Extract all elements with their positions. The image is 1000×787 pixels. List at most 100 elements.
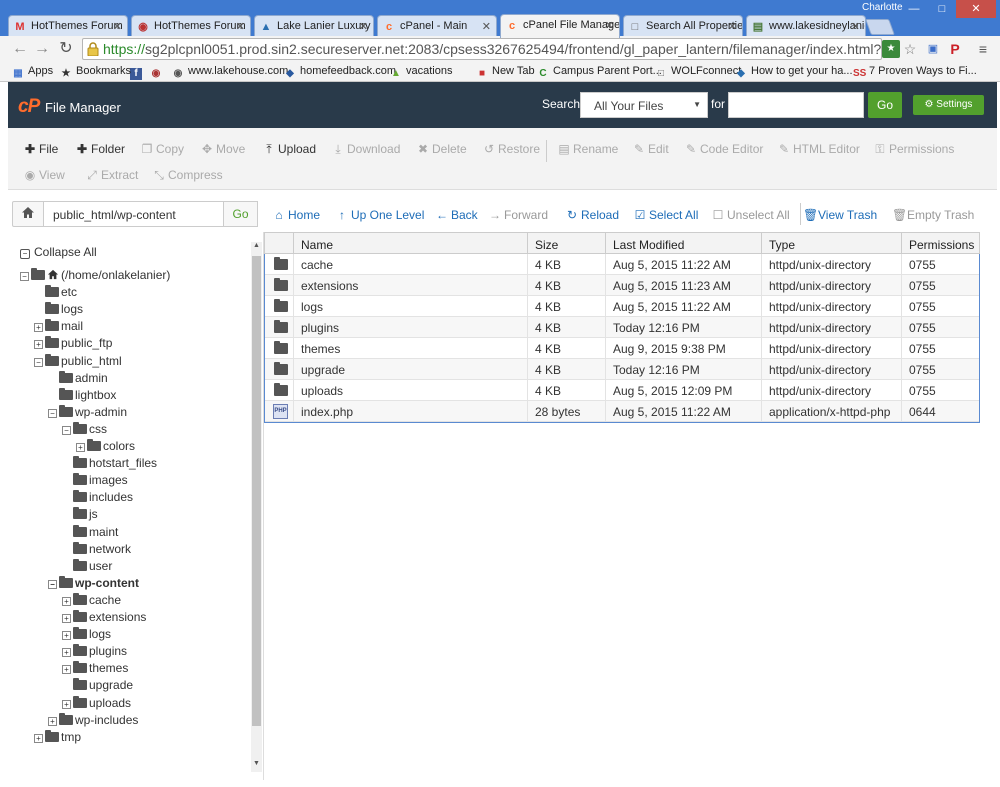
expand-toggle-icon[interactable]: + <box>62 631 71 641</box>
table-row[interactable]: uploads 4 KB Aug 5, 2015 12:09 PM httpd/uni… <box>265 380 979 401</box>
code-editor-button[interactable]: ✎ Code Editor <box>685 142 763 156</box>
tree-node[interactable]: admin <box>48 370 108 388</box>
bookmark-icon[interactable]: ◉ <box>150 65 166 80</box>
collapse-toggle-icon[interactable]: − <box>48 408 57 418</box>
restore-button[interactable]: ↺ Restore <box>483 142 540 156</box>
close-window-icon[interactable]: ✕ <box>956 0 996 18</box>
view-trash-button[interactable]: 🗑View Trash <box>803 208 877 222</box>
column-divider[interactable] <box>527 233 528 254</box>
column-divider[interactable] <box>293 233 294 254</box>
forward-arrow-icon[interactable]: → <box>32 39 52 59</box>
expand-toggle-icon[interactable]: + <box>48 716 57 726</box>
column-header-last-modified[interactable]: Last Modified <box>613 238 684 252</box>
close-icon[interactable]: ✕ <box>359 20 368 33</box>
file-button[interactable]: ✚ File <box>24 142 58 156</box>
close-icon[interactable]: ✕ <box>236 20 245 33</box>
collapse-toggle-icon[interactable]: − <box>48 579 57 589</box>
column-divider[interactable] <box>761 233 762 254</box>
home-button[interactable]: ⌂ Home <box>273 208 320 222</box>
minimize-icon[interactable]: — <box>900 0 928 18</box>
delete-button[interactable]: ✖ Delete <box>417 142 467 156</box>
html-editor-button[interactable]: ✎ HTML Editor <box>778 142 860 156</box>
tree-node[interactable]: + wp-includes <box>48 712 138 730</box>
settings-button[interactable]: ⚙ Settings <box>913 95 984 115</box>
menu-icon[interactable]: ≡ <box>974 40 992 58</box>
close-icon[interactable]: ✕ <box>482 20 491 33</box>
table-row[interactable]: extensions 4 KB Aug 5, 2015 11:23 AM httpd/… <box>265 275 979 296</box>
browser-tab[interactable]: ▤ www.lakesidneylanie ✕ <box>746 15 866 37</box>
edit-button[interactable]: ✎ Edit <box>633 142 669 156</box>
table-row[interactable]: PHP index.php 28 bytes Aug 5, 2015 11:22 AM… <box>265 401 979 422</box>
collapse-all-button[interactable]: − Collapse All <box>20 245 97 259</box>
permissions-button[interactable]: ⚿ Permissions <box>874 142 954 157</box>
folder-button[interactable]: ✚ Folder <box>76 142 125 156</box>
expand-toggle-icon[interactable]: + <box>62 596 71 606</box>
collapse-toggle-icon[interactable]: − <box>62 425 71 435</box>
extension-icon[interactable]: ▣ <box>924 40 942 58</box>
copy-button[interactable]: ❐ Copy <box>141 142 184 156</box>
search-input[interactable] <box>728 92 864 118</box>
browser-tab[interactable]: c cPanel File Manage ✕ <box>500 14 620 38</box>
bookmark-item[interactable]: C Campus Parent Port... <box>537 65 661 80</box>
maximize-icon[interactable]: □ <box>928 0 956 18</box>
home-dir-button[interactable] <box>12 201 44 227</box>
tree-node[interactable]: + themes <box>62 661 128 678</box>
tree-scrollbar[interactable]: ▲ ▼ <box>251 242 262 772</box>
bookmark-item[interactable]: ▦ Apps <box>12 65 53 80</box>
search-scope-select[interactable]: All Your Files ▼ <box>580 92 708 118</box>
browser-tab[interactable]: ◉ HotThemes Forum ✕ <box>131 15 251 37</box>
url-field[interactable]: https://sg2plcpnl0051.prod.sin2.securese… <box>82 38 882 60</box>
tree-node[interactable]: includes <box>62 490 133 507</box>
browser-tab[interactable]: M HotThemes Forum ✕ <box>8 15 128 37</box>
bookmark-star-icon[interactable]: ☆ <box>901 40 919 58</box>
tree-node[interactable]: − public_html <box>34 353 122 371</box>
browser-tab[interactable]: c cPanel - Main ✕ <box>377 15 497 37</box>
tree-node[interactable]: upgrade <box>62 678 133 695</box>
rename-button[interactable]: ▤ Rename <box>558 142 618 156</box>
download-button[interactable]: ⤓ Download <box>332 142 400 157</box>
expand-toggle-icon[interactable]: + <box>34 323 43 333</box>
view-button[interactable]: ◉ View <box>24 168 65 182</box>
tree-node[interactable]: + public_ftp <box>34 336 112 353</box>
bookmark-item[interactable]: SS 7 Proven Ways to Fi... <box>853 65 977 80</box>
table-row[interactable]: cache 4 KB Aug 5, 2015 11:22 AM httpd/unix-… <box>265 254 979 275</box>
reload-button[interactable]: ↻ Reload <box>566 208 619 222</box>
tree-node[interactable]: hotstart_files <box>62 456 157 473</box>
bookmark-item[interactable]: ◆ How to get your ha... <box>735 65 852 80</box>
tree-node[interactable]: + uploads <box>62 695 131 713</box>
search-go-button[interactable]: Go <box>868 92 902 118</box>
expand-toggle-icon[interactable]: + <box>62 665 71 675</box>
tree-node[interactable]: logs <box>34 302 83 319</box>
tree-node[interactable]: + logs <box>62 627 111 644</box>
move-button[interactable]: ✥ Move <box>201 142 245 156</box>
table-row[interactable]: logs 4 KB Aug 5, 2015 11:22 AM httpd/unix-d… <box>265 296 979 317</box>
tree-node[interactable]: − css <box>62 421 107 439</box>
browser-tab[interactable]: □ Search All Propertie ✕ <box>623 15 743 37</box>
close-icon[interactable]: ✕ <box>728 20 737 33</box>
tree-node[interactable]: user <box>62 558 112 576</box>
close-icon[interactable]: ✕ <box>605 19 614 32</box>
select-all-button[interactable]: ☑ Select All <box>634 208 699 222</box>
bookmark-item[interactable]: ◉ www.lakehouse.com <box>172 65 289 80</box>
browser-tab[interactable]: ▲ Lake Lanier Luxury ✕ <box>254 15 374 37</box>
path-input[interactable]: public_html/wp-content <box>44 201 224 227</box>
upload-button[interactable]: ⤒ Upload <box>263 142 316 157</box>
expand-toggle-icon[interactable]: + <box>34 733 43 743</box>
column-divider[interactable] <box>605 233 606 254</box>
column-header-name[interactable]: Name <box>301 238 333 252</box>
tree-node[interactable]: + plugins <box>62 644 127 661</box>
up-one-level-button[interactable]: ↑ Up One Level <box>336 208 424 222</box>
collapse-toggle-icon[interactable]: − <box>34 357 43 367</box>
back-arrow-icon[interactable]: ← <box>10 39 30 59</box>
tree-node[interactable]: − wp-content <box>48 575 139 593</box>
bookmark-item[interactable]: ◆ homefeedback.com <box>284 65 396 80</box>
bookmark-item[interactable]: ★ Bookmarks <box>60 65 132 80</box>
table-row[interactable]: themes 4 KB Aug 9, 2015 9:38 PM httpd/unix-… <box>265 338 979 359</box>
expand-toggle-icon[interactable]: + <box>62 699 71 709</box>
tree-node[interactable]: + tmp <box>34 729 81 747</box>
bookmark-item[interactable]: ■ New Tab <box>476 65 535 80</box>
scroll-up-icon[interactable]: ▲ <box>251 242 262 254</box>
unselect-all-button[interactable]: ☐ Unselect All <box>712 208 790 222</box>
column-divider[interactable] <box>901 233 902 254</box>
bookmark-item[interactable]: □ WOLFconnect <box>655 65 741 80</box>
